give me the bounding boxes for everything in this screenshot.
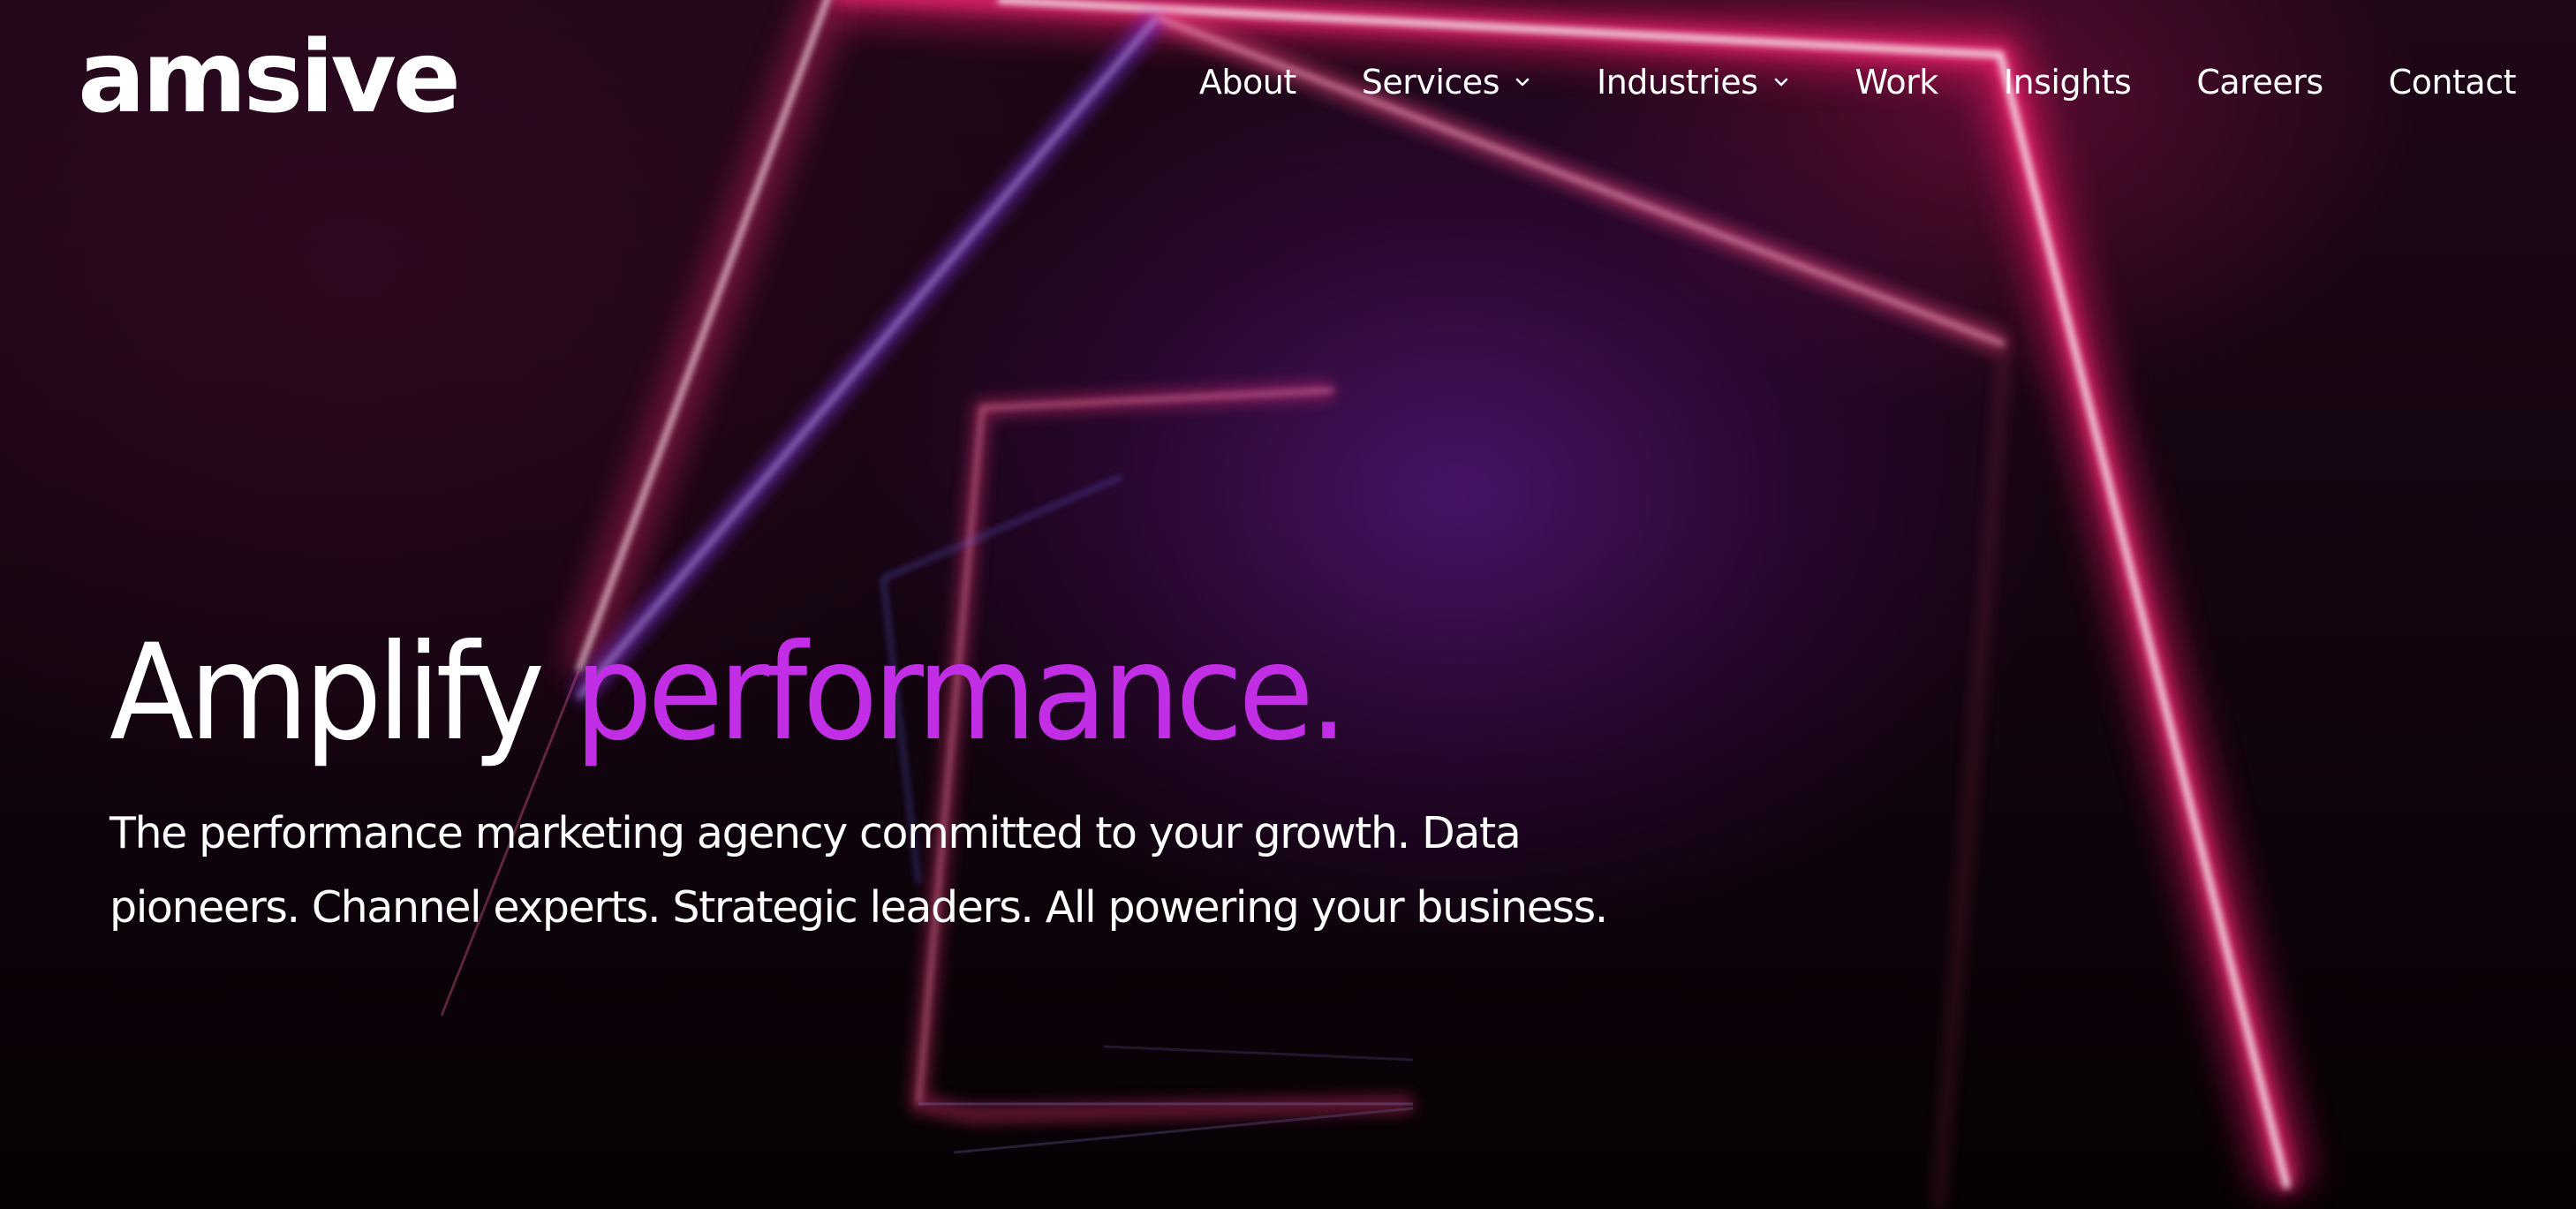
nav-label-industries[interactable]: Industries [1597, 63, 1758, 102]
chevron-down-icon[interactable] [1514, 76, 1531, 88]
nav-item-work[interactable]: Work [1855, 51, 1939, 113]
neon-background [440, 0, 2314, 1209]
nav-label-work[interactable]: Work [1855, 63, 1939, 102]
chevron-down-icon[interactable] [1772, 76, 1790, 88]
nav-item-industries[interactable]: Industries [1597, 51, 1790, 113]
nav-label-insights[interactable]: Insights [2004, 63, 2132, 102]
amsive-logo[interactable]: amsive [78, 35, 459, 124]
nav-item-careers[interactable]: Careers [2196, 51, 2323, 113]
headline-word-amplify: Amplify [110, 616, 545, 770]
nav-item-services[interactable]: Services [1362, 51, 1531, 113]
headline-word-performance: performance. [574, 616, 1348, 770]
nav-label-contact[interactable]: Contact [2389, 63, 2517, 102]
hero-subheadline: The performance marketing agency committ… [110, 808, 1608, 933]
nav-item-contact[interactable]: Contact [2389, 51, 2517, 113]
logo-wordmark: amsive [78, 35, 457, 124]
nav-label-about[interactable]: About [1199, 63, 1296, 102]
homepage: amsive About Services Industries Work In… [0, 0, 2576, 1209]
main-navigation: About Services Industries Work Insights … [1199, 51, 2517, 113]
hero-section: Amplify performance. The performance mar… [110, 609, 1628, 945]
nav-label-careers[interactable]: Careers [2196, 63, 2323, 102]
nav-label-services[interactable]: Services [1362, 63, 1500, 102]
nav-item-about[interactable]: About [1199, 51, 1296, 113]
hero-headline: Amplify performance. [110, 609, 1522, 777]
nav-item-insights[interactable]: Insights [2004, 51, 2132, 113]
